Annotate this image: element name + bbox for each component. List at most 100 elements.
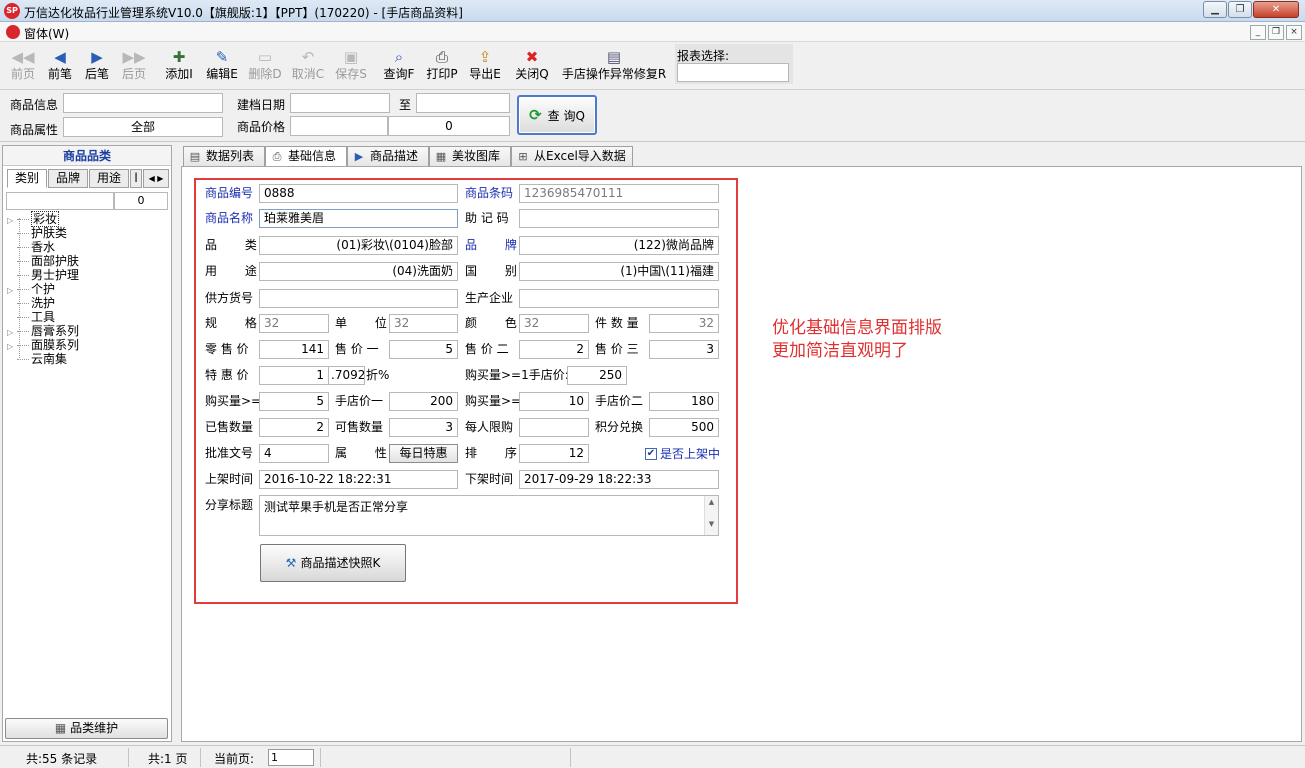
buy-ge1-price-field[interactable]: 250 xyxy=(567,366,627,385)
unit-field[interactable]: 32 xyxy=(389,314,458,333)
first-page-button[interactable]: ◀◀ 前页 xyxy=(6,46,40,88)
mnemonic-field[interactable] xyxy=(519,209,719,228)
shelf-off-time-field[interactable]: 2017-09-29 18:22:33 xyxy=(519,470,719,489)
spec-field[interactable]: 32 xyxy=(259,314,329,333)
tree-item[interactable]: 护肤类 xyxy=(7,226,67,240)
delete-icon: ▭ xyxy=(257,48,273,66)
shelf-off-time-label: 下架时间 xyxy=(465,472,514,486)
next-record-button[interactable]: ▶ 后笔 xyxy=(80,46,114,88)
barcode-label: 商品条码 xyxy=(465,186,514,200)
price-from-input[interactable] xyxy=(290,116,388,136)
tree-item[interactable]: 男士护理 xyxy=(7,268,79,282)
product-name-field[interactable]: 珀莱雅美眉 xyxy=(259,209,458,228)
tab-data-list[interactable]: ▤ 数据列表 xyxy=(183,146,265,166)
shelf-on-time-field[interactable]: 2016-10-22 18:22:31 xyxy=(259,470,458,489)
close-module-button[interactable]: ✖ 关闭Q xyxy=(513,46,551,88)
tree-item[interactable]: 面部护肤 xyxy=(7,254,79,268)
add-button[interactable]: ✚ 添加I xyxy=(160,46,198,88)
share-title-textarea[interactable]: 测试苹果手机是否正常分享 ▲ ▼ xyxy=(259,495,719,536)
color-field[interactable]: 32 xyxy=(519,314,589,333)
delete-button[interactable]: ▭ 删除D xyxy=(246,46,284,88)
repair-button[interactable]: ▤ 手店操作异常修复R xyxy=(560,46,668,88)
cancel-button[interactable]: ↶ 取消C xyxy=(289,46,327,88)
restore-window-button[interactable]: ❐ xyxy=(1228,1,1252,18)
mdi-restore-button[interactable]: ❐ xyxy=(1268,25,1284,40)
query-button[interactable]: ⟳ 查 询Q xyxy=(517,95,597,135)
brand-field[interactable]: (122)微尚品牌 xyxy=(519,236,719,255)
save-button[interactable]: ▣ 保存S xyxy=(332,46,370,88)
edit-button[interactable]: ✎ 编辑E xyxy=(203,46,241,88)
share-scrollbar[interactable]: ▲ ▼ xyxy=(704,496,718,535)
date-to-input[interactable] xyxy=(416,93,510,113)
discount-field[interactable]: .7092 xyxy=(329,366,365,385)
tab-scroll-arrows[interactable]: ◀ ▶ xyxy=(143,169,169,188)
shop-price1-field[interactable]: 200 xyxy=(389,392,458,411)
tree-item[interactable]: 工具 xyxy=(7,310,55,324)
mdi-minimize-button[interactable]: _ xyxy=(1250,25,1266,40)
tree-item[interactable]: ▷ 面膜系列 xyxy=(7,338,79,352)
country-field[interactable]: (1)中国\(11)福建 xyxy=(519,262,719,281)
tab-beauty-gallery[interactable]: ▦ 美妆图库 xyxy=(429,146,511,166)
shop-price2-field[interactable]: 180 xyxy=(649,392,719,411)
available-qty-field[interactable]: 3 xyxy=(389,418,458,437)
price-to-input[interactable]: 0 xyxy=(388,116,510,136)
mdi-close-button[interactable]: × xyxy=(1286,25,1302,40)
tab-more[interactable]: l xyxy=(130,169,142,188)
sort-field[interactable]: 12 xyxy=(519,444,589,463)
on-shelf-checkbox[interactable]: ✔ xyxy=(645,448,657,460)
pieces-field[interactable]: 32 xyxy=(649,314,719,333)
toolbar: ◀◀ 前页 ◀ 前笔 ▶ 后笔 ▶▶ 后页 ✚ 添加I ✎ 编辑E ▭ 删除D ↶ 取消C ▣ 保… xyxy=(0,42,1305,90)
product-attr-select[interactable]: 全部 xyxy=(63,117,223,137)
sold-qty-field[interactable]: 2 xyxy=(259,418,329,437)
tab-product-description[interactable]: ▶ 商品描述 xyxy=(347,146,429,166)
price2-field[interactable]: 2 xyxy=(519,340,589,359)
tree-item[interactable]: 洗护 xyxy=(7,296,55,310)
description-snapshot-button[interactable]: ⚒ 商品描述快照K xyxy=(260,544,406,582)
export-button[interactable]: ⇪ 导出E xyxy=(466,46,504,88)
tab-basic-info[interactable]: ⎙ 基础信息 xyxy=(265,146,347,167)
tree-item[interactable]: ▷ 个护 xyxy=(7,282,55,296)
close-window-button[interactable]: ✕ xyxy=(1253,1,1299,18)
date-from-input[interactable] xyxy=(290,93,390,113)
previous-record-button[interactable]: ◀ 前笔 xyxy=(43,46,77,88)
tab-usage[interactable]: 用途 xyxy=(89,169,129,188)
special-price-field[interactable]: 1 xyxy=(259,366,329,385)
attribute-select[interactable]: 每日特惠 xyxy=(389,444,458,463)
product-info-input[interactable] xyxy=(63,93,223,113)
price1-field[interactable]: 5 xyxy=(389,340,458,359)
current-page-input[interactable]: 1 xyxy=(268,749,314,766)
menu-window[interactable]: 窗体(W) xyxy=(24,25,69,42)
last-page-button[interactable]: ▶▶ 后页 xyxy=(117,46,151,88)
manufacturer-field[interactable] xyxy=(519,289,719,308)
tree-item[interactable]: ▷ 唇膏系列 xyxy=(7,324,79,338)
date-label: 建档日期 xyxy=(237,98,286,112)
category-field[interactable]: (01)彩妆\(0104)脸部 xyxy=(259,236,458,255)
query-icon: ⌕ xyxy=(394,48,404,66)
tab-category[interactable]: 类别 xyxy=(7,169,47,188)
purchase-limit-field[interactable] xyxy=(519,418,589,437)
print-button[interactable]: ⎙ 打印P xyxy=(423,46,461,88)
tree-item[interactable]: 香水 xyxy=(7,240,55,254)
query-toolbar-button[interactable]: ⌕ 查询F xyxy=(380,46,418,88)
usage-field[interactable]: (04)洗面奶 xyxy=(259,262,458,281)
buy-qty2-field[interactable]: 10 xyxy=(519,392,589,411)
minimize-window-button[interactable]: ▁ xyxy=(1203,1,1227,18)
category-maintain-button[interactable]: ▦ 品类维护 xyxy=(5,718,168,739)
product-code-field[interactable]: 0888 xyxy=(259,184,458,203)
price3-field[interactable]: 3 xyxy=(649,340,719,359)
barcode-field[interactable]: 1236985470111 xyxy=(519,184,719,203)
approval-no-field[interactable]: 4 xyxy=(259,444,329,463)
points-field[interactable]: 500 xyxy=(649,418,719,437)
product-attr-label: 商品属性 xyxy=(10,123,59,137)
tree-item-makeup[interactable]: ▷ 彩妆 xyxy=(7,211,60,227)
tree-item[interactable]: 云南集 xyxy=(7,352,67,366)
buy-qty1-field[interactable]: 5 xyxy=(259,392,329,411)
tab-excel-import[interactable]: ⊞ 从Excel导入数据 xyxy=(511,146,633,166)
tab-brand[interactable]: 品牌 xyxy=(48,169,88,188)
retail-price-field[interactable]: 141 xyxy=(259,340,329,359)
annotation-line-2: 更加简洁直观明了 xyxy=(772,341,908,361)
category-search-input[interactable] xyxy=(6,192,114,210)
report-select[interactable] xyxy=(677,63,789,82)
supplier-no-field[interactable] xyxy=(259,289,458,308)
points-label: 积分兑换 xyxy=(595,420,644,434)
